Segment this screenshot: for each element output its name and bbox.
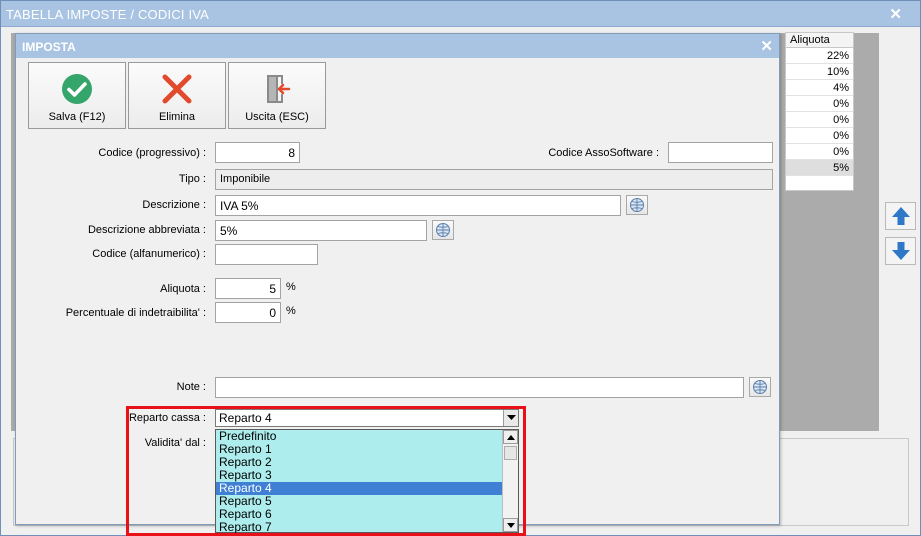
codice-alfa-label: Codice (alfanumerico) :: [92, 248, 206, 260]
note-label: Note :: [176, 381, 206, 393]
delete-x-icon: [162, 74, 192, 104]
aliquota-column: Aliquota 22% 10% 4% 0% 0% 0% 0% 5%: [785, 32, 854, 191]
descr-abbr-label: Descrizione abbreviata :: [87, 224, 206, 236]
aliquota-cell[interactable]: 10%: [786, 64, 853, 80]
tipo-field: Imponibile: [215, 169, 773, 190]
aliquota-cell[interactable]: 0%: [786, 144, 853, 160]
aliquota-cell[interactable]: 5%: [786, 160, 853, 176]
exit-door-icon: [267, 75, 291, 103]
main-window-title: TABELLA IMPOSTE / CODICI IVA: [6, 7, 210, 22]
codice-label: Codice (progressivo) :: [98, 147, 206, 159]
globe-icon: [630, 198, 644, 212]
descrizione-label: Descrizione :: [142, 199, 206, 211]
descr-abbr-field[interactable]: 5%: [215, 220, 427, 241]
globe-icon: [753, 380, 767, 394]
save-button-label: Salva (F12): [48, 111, 106, 123]
save-button[interactable]: Salva (F12): [28, 62, 126, 129]
aliquota-percent-sign: %: [286, 281, 296, 293]
descrizione-field[interactable]: IVA 5%: [215, 195, 621, 216]
dialog-titlebar: IMPOSTA ✕: [16, 34, 779, 58]
note-translate-button[interactable]: [749, 377, 771, 397]
delete-button[interactable]: Elimina: [128, 62, 226, 129]
main-window-titlebar: TABELLA IMPOSTE / CODICI IVA ✕: [1, 1, 920, 27]
globe-icon: [436, 223, 450, 237]
aliquota-cell[interactable]: 0%: [786, 96, 853, 112]
dialog-close-icon[interactable]: ✕: [760, 37, 773, 55]
indetraibilita-field[interactable]: 0: [215, 302, 281, 323]
highlight-frame: [126, 406, 526, 536]
aliquota-cell[interactable]: 4%: [786, 80, 853, 96]
aliquota-cell[interactable]: 0%: [786, 112, 853, 128]
assosoftware-label: Codice AssoSoftware :: [548, 147, 659, 159]
aliquota-field[interactable]: 5: [215, 278, 281, 299]
tipo-label: Tipo :: [178, 173, 206, 185]
checkmark-icon: [62, 74, 92, 104]
aliquota-cell[interactable]: 0%: [786, 128, 853, 144]
note-field[interactable]: [215, 377, 744, 398]
codice-alfa-field[interactable]: [215, 244, 318, 265]
indetraibilita-label: Percentuale di indetraibilita' :: [65, 307, 206, 319]
delete-button-label: Elimina: [158, 111, 196, 123]
codice-field[interactable]: 8: [215, 142, 300, 163]
move-down-button[interactable]: [885, 237, 916, 265]
arrow-down-icon: [891, 242, 910, 260]
arrow-up-icon: [891, 207, 910, 225]
aliquota-label: Aliquota :: [160, 283, 206, 295]
aliquota-column-header: Aliquota: [786, 33, 853, 48]
aliquota-cell[interactable]: 22%: [786, 48, 853, 64]
assosoftware-field[interactable]: [668, 142, 773, 163]
indetraibilita-percent-sign: %: [286, 305, 296, 317]
descr-abbr-translate-button[interactable]: [432, 220, 454, 240]
exit-button[interactable]: Uscita (ESC): [228, 62, 326, 129]
close-icon[interactable]: ✕: [889, 5, 902, 23]
move-up-button[interactable]: [885, 202, 916, 230]
dialog-title: IMPOSTA: [22, 40, 76, 54]
descrizione-translate-button[interactable]: [626, 195, 648, 215]
exit-button-label: Uscita (ESC): [245, 111, 309, 123]
